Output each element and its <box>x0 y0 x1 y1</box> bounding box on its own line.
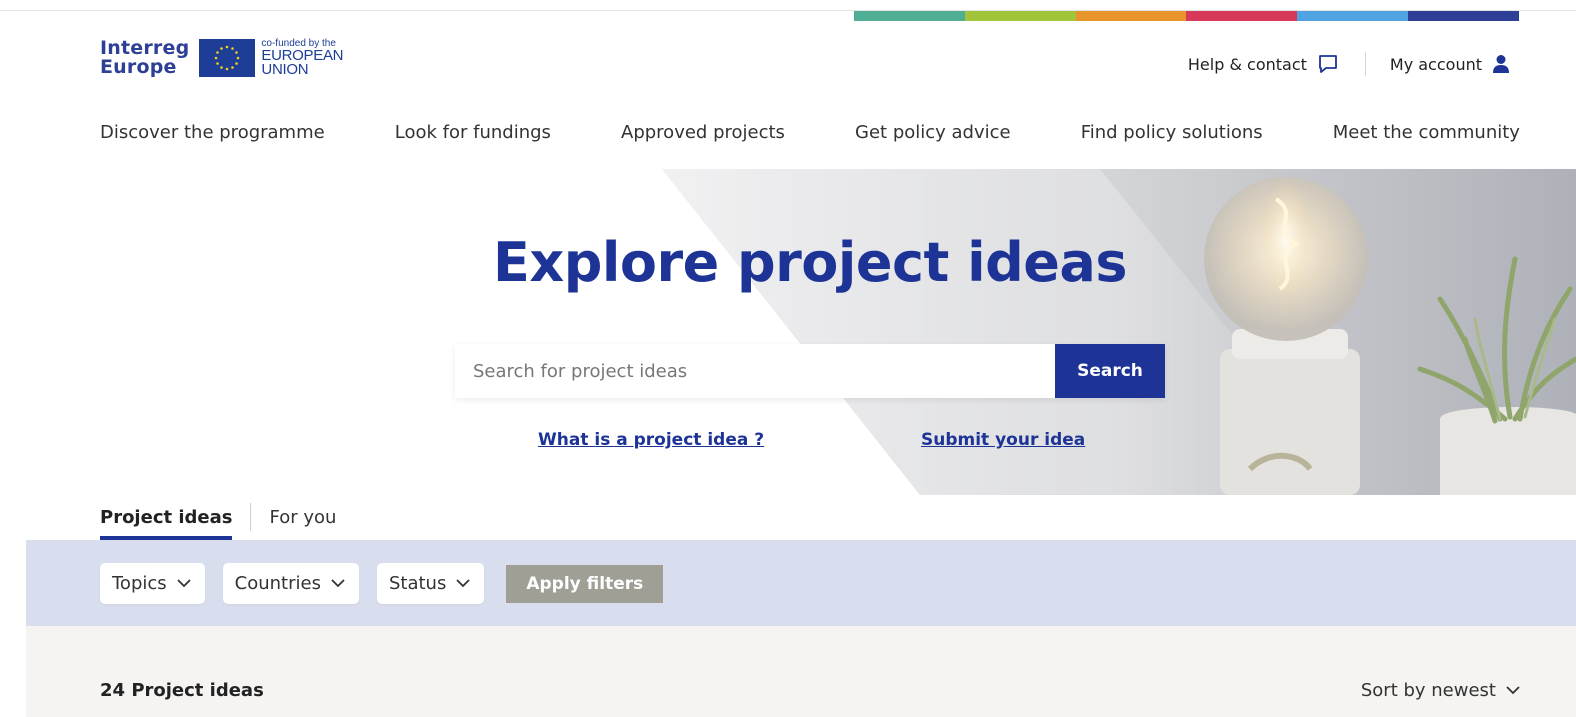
nav-item-approved-projects[interactable]: Approved projects <box>621 122 785 143</box>
eu-line-2: UNION <box>261 61 309 78</box>
status-dropdown[interactable]: Status <box>376 563 485 604</box>
main-nav: Discover the programme Look for fundings… <box>100 122 1520 143</box>
apply-filters-button[interactable]: Apply filters <box>506 564 664 603</box>
result-count: 24 Project ideas <box>100 680 264 701</box>
color-stripe <box>964 11 1076 21</box>
eu-flag-icon <box>199 38 256 77</box>
status-dropdown-label: Status <box>388 573 447 594</box>
utility-nav: Help & contact My account <box>1188 52 1510 76</box>
color-stripe <box>1075 11 1187 21</box>
sort-dropdown[interactable]: Sort by newest <box>1361 680 1520 701</box>
chevron-down-icon <box>331 579 345 588</box>
countries-dropdown-label: Countries <box>234 573 321 594</box>
nav-item-meet-the-community[interactable]: Meet the community <box>1333 122 1520 143</box>
nav-item-discover-the-programme[interactable]: Discover the programme <box>100 122 325 143</box>
search-bar: Search <box>455 344 1165 398</box>
tab-divider <box>250 503 252 531</box>
user-icon <box>1493 55 1509 73</box>
color-stripe <box>1186 11 1298 21</box>
nav-item-look-for-fundings[interactable]: Look for fundings <box>395 122 551 143</box>
countries-dropdown[interactable]: Countries <box>222 563 359 604</box>
filter-bar: Topics Countries Status Apply filters <box>26 540 1576 626</box>
color-stripe <box>1408 11 1519 21</box>
nav-item-find-policy-solutions[interactable]: Find policy solutions <box>1081 122 1263 143</box>
tab-bar: Project ideas For you <box>100 494 336 540</box>
tab-for-you[interactable]: For you <box>269 494 336 540</box>
chevron-down-icon <box>1506 686 1520 695</box>
hero-background-image <box>662 169 1576 495</box>
color-stripe <box>1297 11 1409 21</box>
utility-divider <box>1364 52 1366 76</box>
my-account-label: My account <box>1389 54 1482 74</box>
logo-wordmark: Interreg Europe <box>100 38 189 78</box>
chevron-down-icon <box>456 579 470 588</box>
sort-dropdown-label: Sort by newest <box>1360 680 1496 701</box>
help-contact-link[interactable]: Help & contact <box>1188 53 1339 75</box>
search-button[interactable]: Search <box>1055 344 1165 398</box>
topics-dropdown-label: Topics <box>112 573 167 594</box>
what-is-project-idea-link[interactable]: What is a project idea ? <box>538 430 764 450</box>
hero-section: Explore project ideas Search What is a p… <box>0 169 1576 495</box>
nav-item-get-policy-advice[interactable]: Get policy advice <box>855 122 1011 143</box>
search-input[interactable] <box>455 344 1055 398</box>
results-section: 24 Project ideas Sort by newest <box>26 626 1576 717</box>
topics-dropdown[interactable]: Topics <box>100 563 205 604</box>
logo-line-2: Europe <box>100 55 177 78</box>
help-contact-label: Help & contact <box>1187 54 1307 74</box>
filter-controls: Topics Countries Status Apply filters <box>100 563 664 604</box>
page-title: Explore project ideas <box>492 231 1128 294</box>
my-account-link[interactable]: My account <box>1390 54 1510 74</box>
chevron-down-icon <box>177 579 191 588</box>
tab-project-ideas[interactable]: Project ideas <box>100 494 233 540</box>
eu-cofunded-label: co-funded by the EUROPEAN UNION <box>261 38 343 77</box>
brand-color-bar <box>854 11 1519 21</box>
submit-idea-link[interactable]: Submit your idea <box>921 430 1085 450</box>
interreg-europe-logo[interactable]: Interreg Europe co-funded by the EUROPEA… <box>100 38 344 78</box>
chat-bubble-icon <box>1318 55 1337 73</box>
color-stripe <box>854 11 965 21</box>
